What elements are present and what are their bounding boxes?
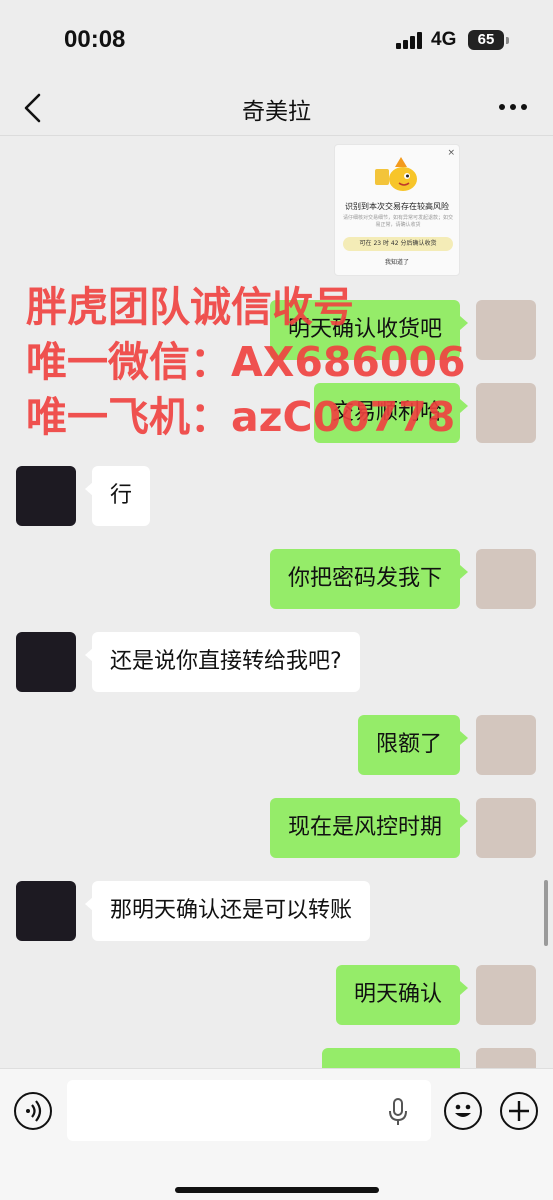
message-bubble-received[interactable]: 还是说你直接转给我吧? [92, 632, 360, 692]
plus-icon[interactable] [500, 1092, 538, 1130]
avatar[interactable] [476, 715, 536, 775]
risk-countdown: 可在 23 时 42 分后确认收货 [343, 237, 453, 251]
risk-ack-link[interactable]: 我知道了 [335, 257, 459, 266]
bubble-tail [85, 482, 93, 496]
network-type: 4G [431, 29, 457, 50]
bubble-tail [460, 316, 468, 330]
bubble-tail [85, 648, 93, 662]
risk-description: 请仔细核对交易细节，如有异常可发起退款；如交易正常，请确认收货 [343, 215, 454, 228]
avatar[interactable] [476, 300, 536, 360]
message-bubble-sent[interactable]: 明天确认 [335, 965, 460, 1025]
bubble-tail [460, 731, 468, 745]
avatar[interactable] [476, 549, 536, 609]
avatar[interactable] [16, 881, 76, 941]
battery-icon: 65 [468, 30, 504, 50]
battery-tip [506, 37, 509, 44]
chat-title: 奇美拉 [242, 99, 311, 125]
bubble-tail [85, 897, 93, 911]
message-bubble-received[interactable]: 那明天确认还是可以转账 [92, 881, 371, 941]
watermark-line: 唯一微信：AX686006 [26, 338, 466, 386]
microphone-icon[interactable] [388, 1097, 408, 1127]
chat-input-bar [0, 1068, 553, 1200]
status-bar: 00:08 4G 65 [0, 0, 553, 80]
avatar[interactable] [476, 798, 536, 858]
avatar[interactable] [16, 466, 76, 526]
avatar[interactable] [476, 383, 536, 443]
message-bubble-sent[interactable]: 你把密码发我下 [269, 549, 460, 609]
bubble-tail [460, 814, 468, 828]
status-time: 00:08 [64, 26, 126, 53]
risk-warning-card[interactable]: × 识别到本次交易存在较高风险 请仔细核对交易细节，如有异常可发起退款；如交易正… [334, 144, 460, 276]
mascot-icon [375, 157, 417, 191]
bubble-tail [460, 399, 468, 413]
bubble-tail [460, 565, 468, 579]
ellipsis-icon[interactable] [499, 104, 527, 112]
cellular-signal-icon [396, 31, 424, 49]
home-indicator[interactable] [175, 1187, 379, 1193]
message-bubble-sent[interactable]: 限额了 [357, 715, 460, 775]
emoji-icon[interactable] [444, 1092, 482, 1130]
watermark-line: 唯一飞机：azC00778 [26, 393, 456, 441]
bubble-tail [460, 981, 468, 995]
avatar[interactable] [476, 965, 536, 1025]
watermark-line: 胖虎团队诚信收号 [26, 283, 354, 331]
message-bubble-sent[interactable]: 现在是风控时期 [269, 798, 460, 858]
chat-header: 奇美拉 [0, 80, 553, 136]
message-bubble-received[interactable]: 行 [92, 466, 151, 526]
message-input[interactable] [67, 1080, 431, 1141]
avatar[interactable] [16, 632, 76, 692]
close-icon[interactable]: × [447, 148, 455, 158]
voice-mode-icon[interactable] [14, 1092, 52, 1130]
risk-title: 识别到本次交易存在较高风险 [345, 202, 449, 211]
scrollbar[interactable] [544, 880, 548, 946]
